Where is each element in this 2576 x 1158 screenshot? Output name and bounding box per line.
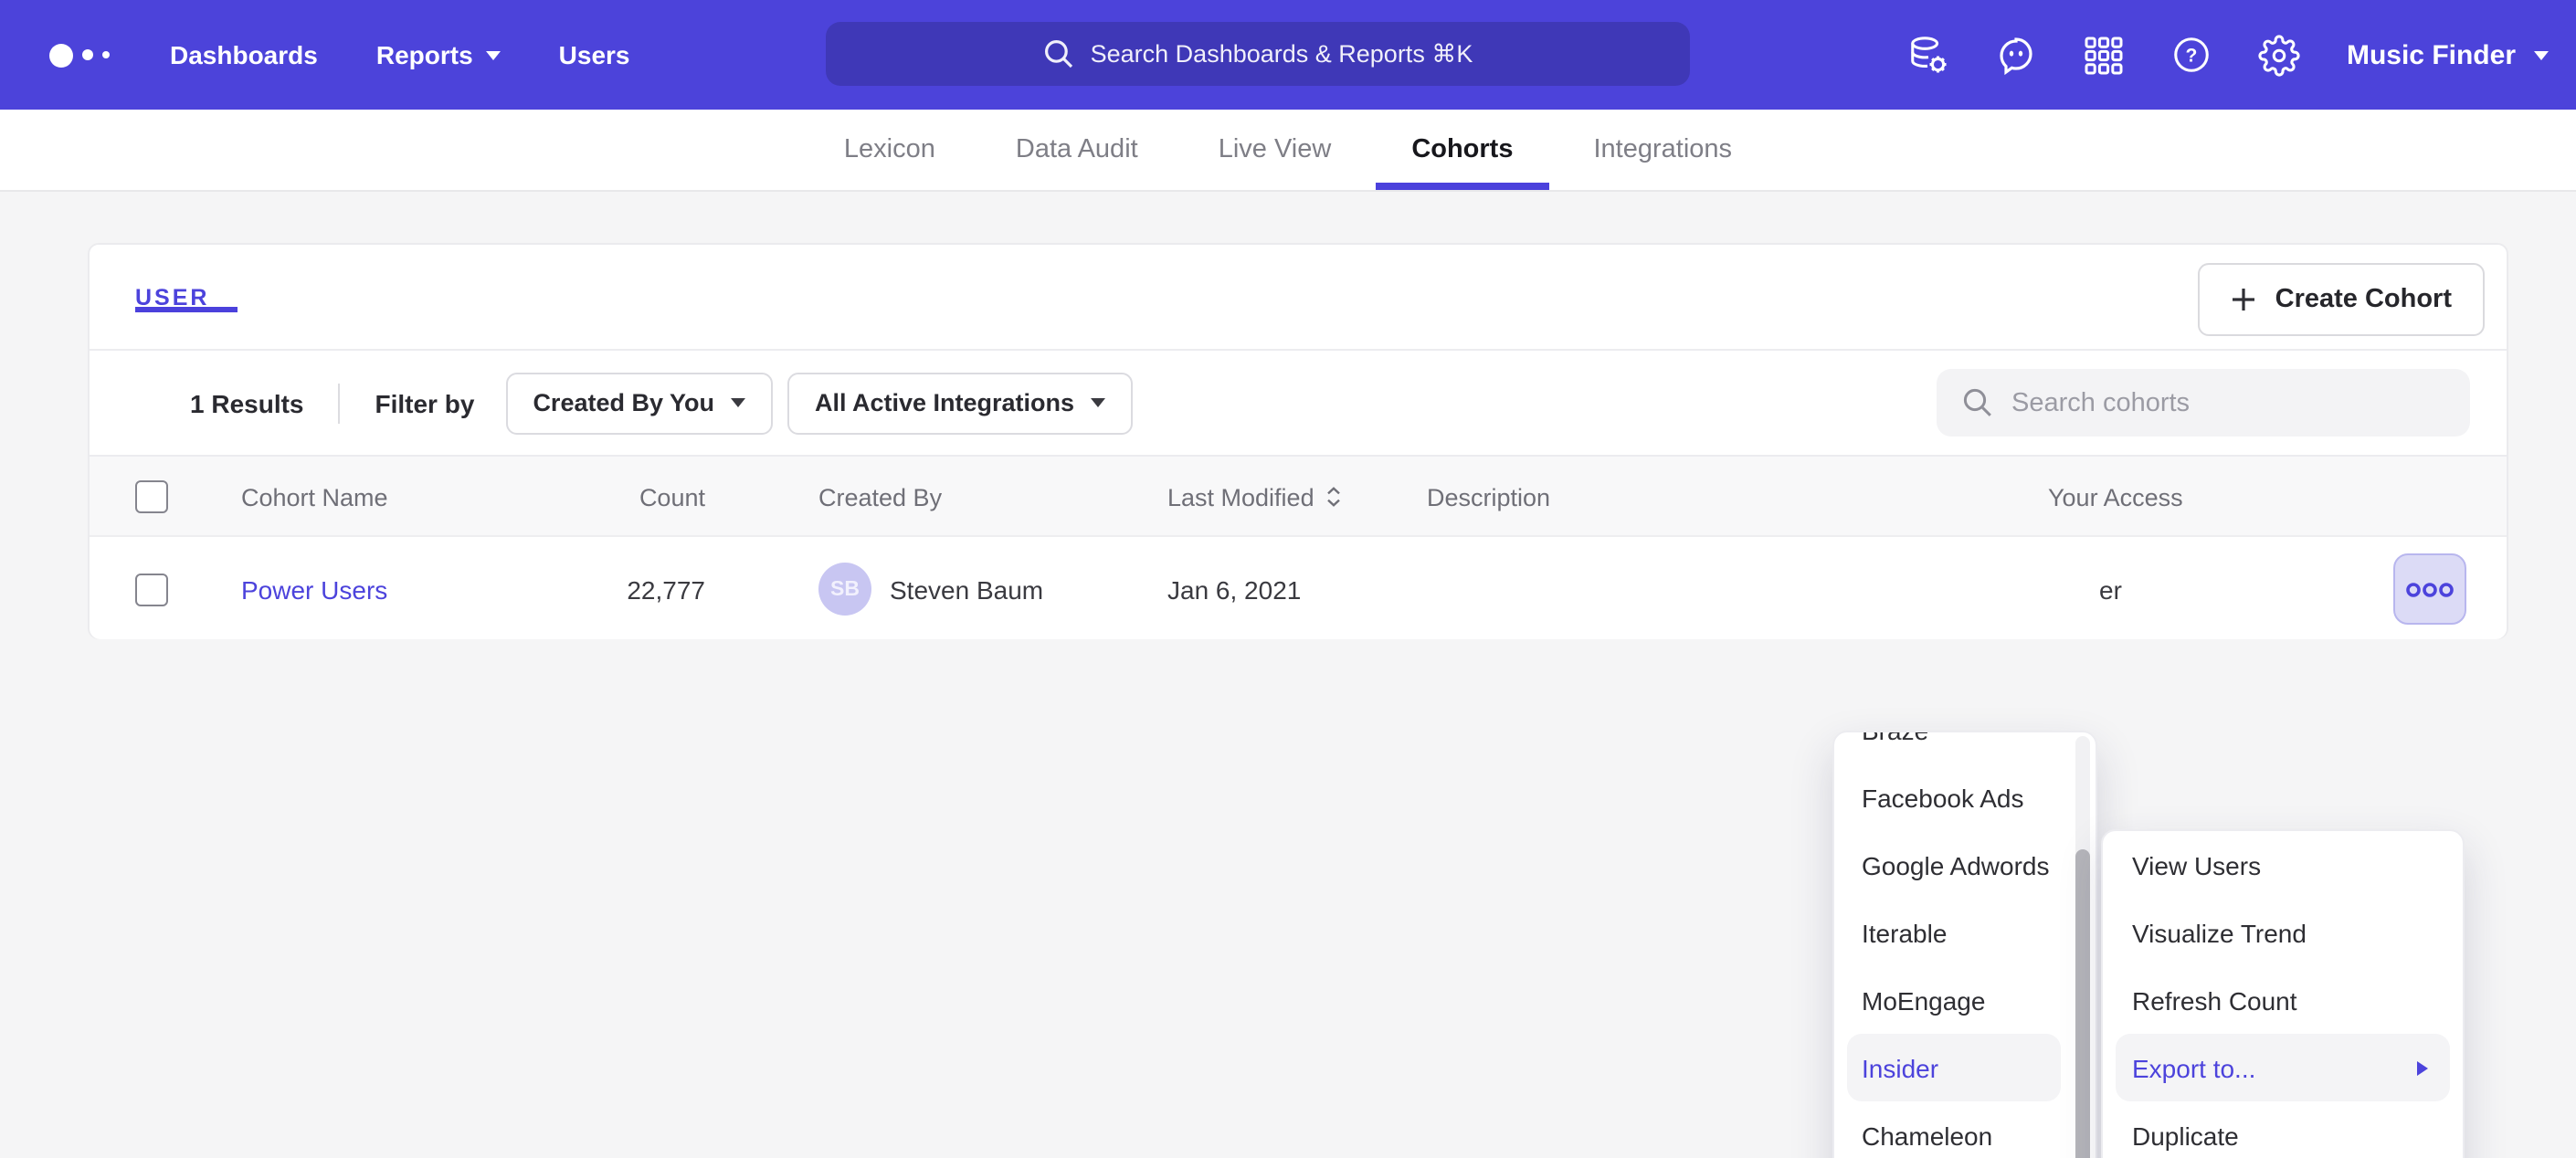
active-tab-underline xyxy=(135,307,238,312)
results-count: 1 Results xyxy=(190,388,304,417)
feedback-chat-icon[interactable] xyxy=(1996,34,2038,76)
menu-item-export-to[interactable]: Export to... xyxy=(2116,1034,2450,1101)
col-description[interactable]: Description xyxy=(1427,457,1550,537)
data-pipelines-icon[interactable] xyxy=(1908,34,1950,76)
export-to-submenu: Braze Facebook Ads Google Adwords Iterab… xyxy=(1832,731,2097,1158)
tab-live-view[interactable]: Live View xyxy=(1219,110,1332,190)
chevron-down-icon xyxy=(486,50,501,59)
top-nav: Dashboards Reports Users xyxy=(141,0,660,110)
app-root: Dashboards Reports Users Search Dashboar… xyxy=(0,0,2576,1158)
last-modified-cell: Jan 6, 2021 xyxy=(1167,537,1301,641)
nav-users-label: Users xyxy=(559,40,630,69)
row-actions-menu: View Users Visualize Trend Refresh Count… xyxy=(2101,829,2465,1158)
tab-integrations[interactable]: Integrations xyxy=(1594,110,1733,190)
cohort-count: 22,777 xyxy=(546,537,705,641)
menu-item-duplicate[interactable]: Duplicate xyxy=(2103,1101,2463,1158)
row-checkbox-cell xyxy=(135,537,168,641)
created-by-cell: SB Steven Baum xyxy=(818,537,1043,641)
project-selector[interactable]: Music Finder xyxy=(2347,39,2549,70)
col-last-modified[interactable]: Last Modified xyxy=(1167,457,1342,537)
nav-users[interactable]: Users xyxy=(530,0,660,110)
search-icon xyxy=(1962,387,1993,418)
cohort-name-link[interactable]: Power Users xyxy=(241,537,387,641)
created-by-filter[interactable]: Created By You xyxy=(505,372,773,434)
tab-user-cohorts[interactable]: USER xyxy=(135,285,209,311)
integrations-filter[interactable]: All Active Integrations xyxy=(787,372,1133,434)
table-header: Cohort Name Count Created By Last Modifi… xyxy=(90,455,2507,535)
cohorts-card: USER Create Cohort 1 Results Filter by C… xyxy=(88,243,2508,639)
mixpanel-logo-icon[interactable] xyxy=(49,43,126,67)
submenu-item-braze[interactable]: Braze xyxy=(1834,731,2074,763)
row-checkbox[interactable] xyxy=(135,573,168,605)
section-tabs: Lexicon Data Audit Live View Cohorts Int… xyxy=(0,110,2576,192)
table-row: Power Users 22,777 SB Steven Baum Jan 6,… xyxy=(90,535,2507,639)
submenu-item-google-adwords[interactable]: Google Adwords xyxy=(1834,831,2074,899)
nav-dashboards[interactable]: Dashboards xyxy=(141,0,347,110)
submenu-item-facebook-ads[interactable]: Facebook Ads xyxy=(1834,763,2074,831)
global-search-bar[interactable]: Search Dashboards & Reports ⌘K xyxy=(826,22,1690,86)
cohort-type-tabs: USER Create Cohort xyxy=(90,245,2507,351)
filter-row: 1 Results Filter by Created By You All A… xyxy=(90,351,2507,455)
svg-text:?: ? xyxy=(2187,46,2199,67)
your-access-value-partial: er xyxy=(2099,537,2122,641)
col-cohort-name[interactable]: Cohort Name xyxy=(241,457,388,537)
project-name: Music Finder xyxy=(2347,39,2516,70)
menu-item-refresh-count[interactable]: Refresh Count xyxy=(2103,966,2463,1034)
tab-lexicon[interactable]: Lexicon xyxy=(844,110,935,190)
col-created-by[interactable]: Created By xyxy=(818,457,942,537)
col-your-access[interactable]: Your Access xyxy=(2048,457,2183,537)
menu-item-visualize-trend[interactable]: Visualize Trend xyxy=(2103,899,2463,966)
topbar-actions: ? Music Finder xyxy=(1908,0,2549,110)
sort-icon xyxy=(1327,486,1342,508)
search-cohorts-input[interactable] xyxy=(2011,388,2432,417)
search-cohorts-input-wrap[interactable] xyxy=(1937,369,2470,437)
submenu-item-chameleon[interactable]: Chameleon xyxy=(1834,1101,2074,1158)
nav-reports[interactable]: Reports xyxy=(347,0,530,110)
top-navigation-bar: Dashboards Reports Users Search Dashboar… xyxy=(0,0,2576,110)
export-to-submenu-list: Braze Facebook Ads Google Adwords Iterab… xyxy=(1834,731,2074,1158)
more-options-icon xyxy=(2404,580,2455,598)
tab-cohorts[interactable]: Cohorts xyxy=(1411,110,1513,190)
create-cohort-button[interactable]: Create Cohort xyxy=(2199,263,2485,336)
row-actions-button[interactable] xyxy=(2393,553,2466,625)
apps-grid-icon[interactable] xyxy=(2084,34,2126,76)
plus-icon xyxy=(2232,287,2257,312)
col-count[interactable]: Count xyxy=(546,457,705,537)
chevron-down-icon xyxy=(731,398,745,407)
submenu-item-iterable[interactable]: Iterable xyxy=(1834,899,2074,966)
tab-data-audit[interactable]: Data Audit xyxy=(1016,110,1138,190)
submenu-arrow-icon xyxy=(2417,1060,2428,1075)
submenu-scrollbar-track[interactable] xyxy=(2075,736,2090,1158)
global-search-placeholder: Search Dashboards & Reports ⌘K xyxy=(1091,39,1473,68)
search-icon xyxy=(1043,38,1074,69)
submenu-scrollbar-thumb[interactable] xyxy=(2075,849,2090,1158)
created-by-name: Steven Baum xyxy=(890,574,1043,604)
help-icon[interactable]: ? xyxy=(2171,34,2213,76)
divider xyxy=(339,383,341,423)
select-all-checkbox[interactable] xyxy=(135,480,168,513)
avatar: SB xyxy=(818,563,871,616)
select-all-checkbox-cell xyxy=(135,457,168,537)
chevron-down-icon xyxy=(1091,398,1105,407)
submenu-item-insider[interactable]: Insider xyxy=(1847,1034,2061,1101)
nav-reports-label: Reports xyxy=(376,40,473,69)
chevron-down-icon xyxy=(2534,50,2549,59)
filter-by-label: Filter by xyxy=(375,388,475,417)
menu-item-view-users[interactable]: View Users xyxy=(2103,831,2463,899)
cohorts-page: USER Create Cohort 1 Results Filter by C… xyxy=(0,192,2576,1158)
create-cohort-label: Create Cohort xyxy=(2275,285,2452,314)
submenu-item-moengage[interactable]: MoEngage xyxy=(1834,966,2074,1034)
settings-gear-icon[interactable] xyxy=(2259,34,2301,76)
nav-dashboards-label: Dashboards xyxy=(170,40,318,69)
